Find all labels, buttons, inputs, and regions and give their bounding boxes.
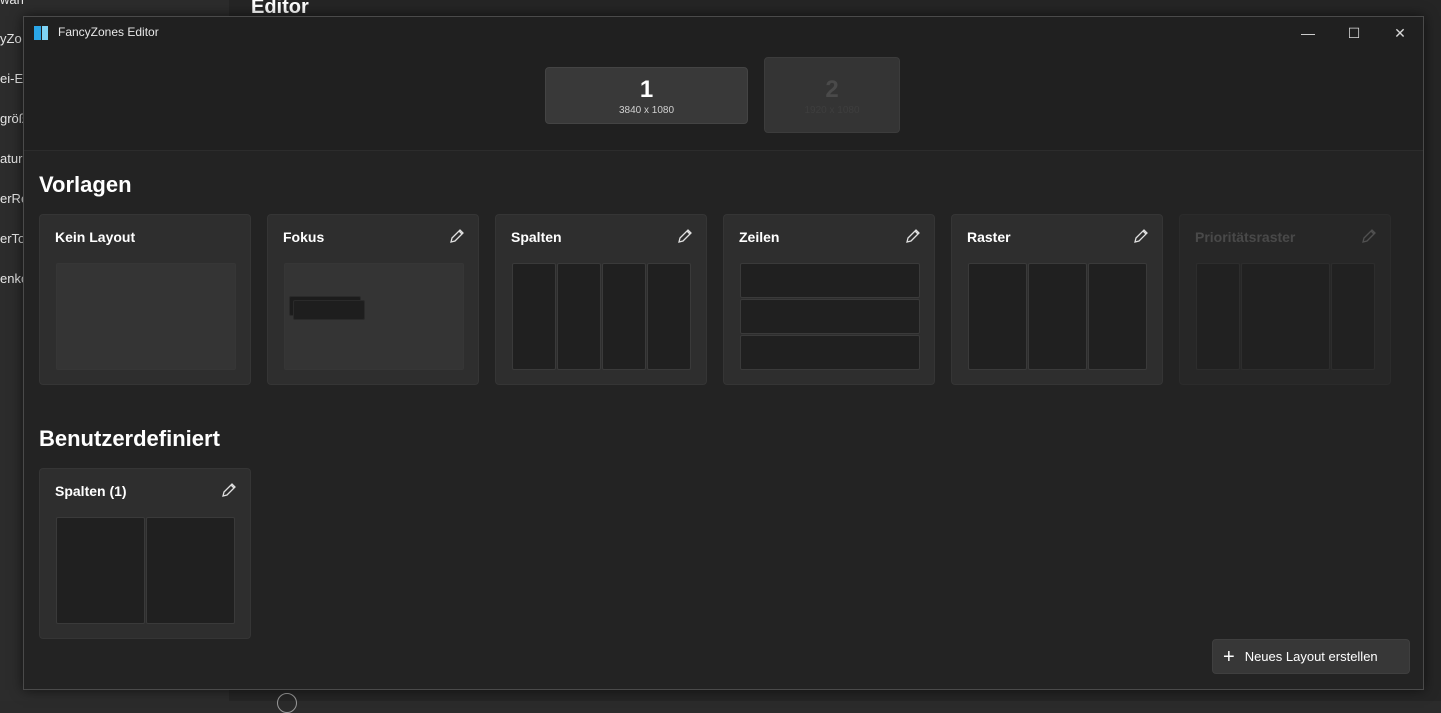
monitor-1-button[interactable]: 1 3840 x 1080 [545,67,748,124]
fancyzones-app-icon [34,26,48,40]
custom-layouts-heading: Benutzerdefiniert [39,426,220,451]
new-layout-label: Neues Layout erstellen [1244,649,1378,664]
layout-card-raster[interactable]: Raster [951,214,1163,385]
background-sidebar-item[interactable]: yZo [0,31,24,46]
background-sidebar-item[interactable]: ei-Ex [0,71,24,86]
title-bar[interactable]: FancyZones Editor — ☐ ✕ [24,17,1423,49]
layout-card-spalten-1[interactable]: Spalten (1) [39,468,251,639]
layout-card-zeilen[interactable]: Zeilen [723,214,935,385]
monitor-selector: 1 3840 x 1080 2 1920 x 1080 [24,49,1423,151]
layout-card-title: Raster [967,229,1011,245]
layout-card-title: Fokus [283,229,325,245]
plus-icon: + [1223,645,1235,668]
background-sidebar-item[interactable]: erRe [0,191,24,206]
background-sidebar-item[interactable]: enko [0,271,24,286]
monitor-resolution: 1920 x 1080 [804,105,860,116]
maximize-button[interactable]: ☐ [1331,17,1377,49]
layout-preview [740,263,920,370]
edit-pencil-icon[interactable] [1360,227,1378,245]
layout-card-spalten[interactable]: Spalten [495,214,707,385]
edit-pencil-icon[interactable] [1132,227,1150,245]
minimize-button[interactable]: — [1285,17,1331,49]
background-sidebar-item[interactable]: atur [0,151,24,166]
background-sidebar-item[interactable]: erTo [0,231,24,246]
layout-card-fokus[interactable]: Fokus [267,214,479,385]
layout-preview [56,517,236,624]
layout-card-title: Spalten (1) [55,483,127,499]
close-button[interactable]: ✕ [1377,17,1423,49]
layout-card-prioritaetsraster[interactable]: Prioritätsraster [1179,214,1391,385]
layout-card-title: Zeilen [739,229,780,245]
background-sidebar-item[interactable]: wahler [0,0,24,7]
monitor-2-button[interactable]: 2 1920 x 1080 [764,57,900,133]
edit-pencil-icon[interactable] [220,481,238,499]
background-radio-icon [277,693,297,713]
layout-preview [968,263,1148,370]
window-title: FancyZones Editor [58,25,159,39]
monitor-number: 2 [825,76,839,103]
layout-card-kein-layout[interactable]: Kein Layout [39,214,251,385]
new-layout-button[interactable]: + Neues Layout erstellen [1212,639,1410,674]
layout-preview [284,263,464,370]
edit-pencil-icon[interactable] [676,227,694,245]
templates-heading: Vorlagen [39,172,132,197]
edit-pencil-icon[interactable] [448,227,466,245]
fancyzones-editor-window: FancyZones Editor — ☐ ✕ 1 3840 x 1080 2 … [23,16,1424,690]
layout-preview [512,263,692,370]
edit-pencil-icon[interactable] [904,227,922,245]
monitor-resolution: 3840 x 1080 [618,105,675,116]
layout-card-title: Spalten [511,229,562,245]
layout-card-title: Prioritätsraster [1195,229,1296,245]
layout-card-title: Kein Layout [55,229,136,245]
monitor-number: 1 [639,76,654,103]
layout-preview [56,263,236,370]
background-sidebar-item[interactable]: größ [0,111,24,126]
layout-preview [1196,263,1376,370]
